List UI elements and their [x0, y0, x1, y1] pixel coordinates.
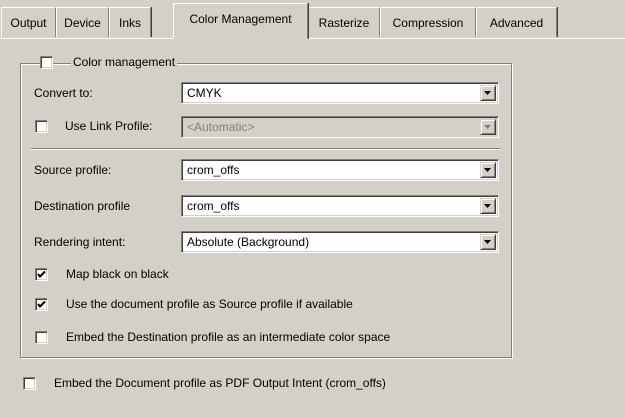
tab-output-label: Output	[10, 16, 47, 30]
tab-inks-label: Inks	[118, 16, 141, 30]
tab-inks[interactable]: Inks	[109, 7, 151, 37]
map-black-label: Map black on black	[66, 267, 169, 281]
source-profile-select[interactable]: crom_offs	[181, 159, 499, 181]
chevron-down-icon	[484, 125, 491, 129]
group-separator	[31, 148, 500, 149]
embed-doc-profile-label: Embed the Document profile as PDF Output…	[54, 376, 386, 390]
tab-compression-label: Compression	[392, 16, 464, 30]
tab-output[interactable]: Output	[1, 7, 56, 37]
checkmark-icon	[37, 300, 46, 308]
convert-to-dropdown-button[interactable]	[480, 85, 496, 101]
chevron-down-icon	[484, 204, 491, 208]
embed-destination-label: Embed the Destination profile as an inte…	[66, 330, 391, 344]
rendering-intent-label: Rendering intent:	[34, 235, 126, 249]
embed-doc-profile-checkbox[interactable]	[23, 377, 36, 390]
tab-compression[interactable]: Compression	[380, 7, 476, 37]
use-doc-profile-checkbox[interactable]	[35, 298, 48, 311]
color-management-checkbox[interactable]	[40, 56, 53, 69]
tab-rasterize[interactable]: Rasterize	[308, 7, 380, 37]
rendering-intent-select[interactable]: Absolute (Background)	[181, 231, 499, 253]
convert-to-label: Convert to:	[34, 86, 93, 100]
rendering-intent-dropdown-button[interactable]	[480, 234, 496, 250]
tab-rasterize-label: Rasterize	[318, 16, 370, 30]
convert-to-value: CMYK	[187, 86, 222, 100]
source-profile-dropdown-button[interactable]	[480, 162, 496, 178]
chevron-down-icon	[484, 168, 491, 172]
use-link-profile-checkbox[interactable]	[35, 120, 48, 133]
tab-color-management[interactable]: Color Management	[173, 3, 308, 39]
embed-destination-checkbox[interactable]	[35, 331, 48, 344]
chevron-down-icon	[484, 91, 491, 95]
tab-advanced-label: Advanced	[489, 16, 544, 30]
link-profile-dropdown-button	[480, 119, 496, 135]
tab-bar: Output Device Inks Color Management Rast…	[0, 0, 625, 40]
checkmark-icon	[37, 270, 46, 278]
link-profile-value: <Automatic>	[187, 120, 255, 134]
tab-panel-border	[0, 38, 625, 39]
use-doc-profile-label: Use the document profile as Source profi…	[66, 297, 353, 311]
use-link-profile-label: Use Link Profile:	[65, 119, 153, 133]
tab-device[interactable]: Device	[56, 7, 109, 37]
source-profile-value: crom_offs	[187, 163, 240, 177]
destination-profile-label: Destination profile	[34, 199, 131, 213]
map-black-checkbox[interactable]	[35, 268, 48, 281]
chevron-down-icon	[484, 240, 491, 244]
convert-to-select[interactable]: CMYK	[181, 82, 499, 104]
source-profile-label: Source profile:	[34, 163, 112, 177]
link-profile-select: <Automatic>	[181, 116, 499, 138]
tab-advanced[interactable]: Advanced	[476, 7, 557, 37]
rendering-intent-value: Absolute (Background)	[187, 235, 310, 249]
destination-profile-dropdown-button[interactable]	[480, 198, 496, 214]
tab-color-management-label: Color Management	[189, 12, 292, 26]
color-management-group-label: Color management	[71, 55, 178, 69]
destination-profile-value: crom_offs	[187, 199, 240, 213]
tab-device-label: Device	[64, 16, 101, 30]
destination-profile-select[interactable]: crom_offs	[181, 195, 499, 217]
